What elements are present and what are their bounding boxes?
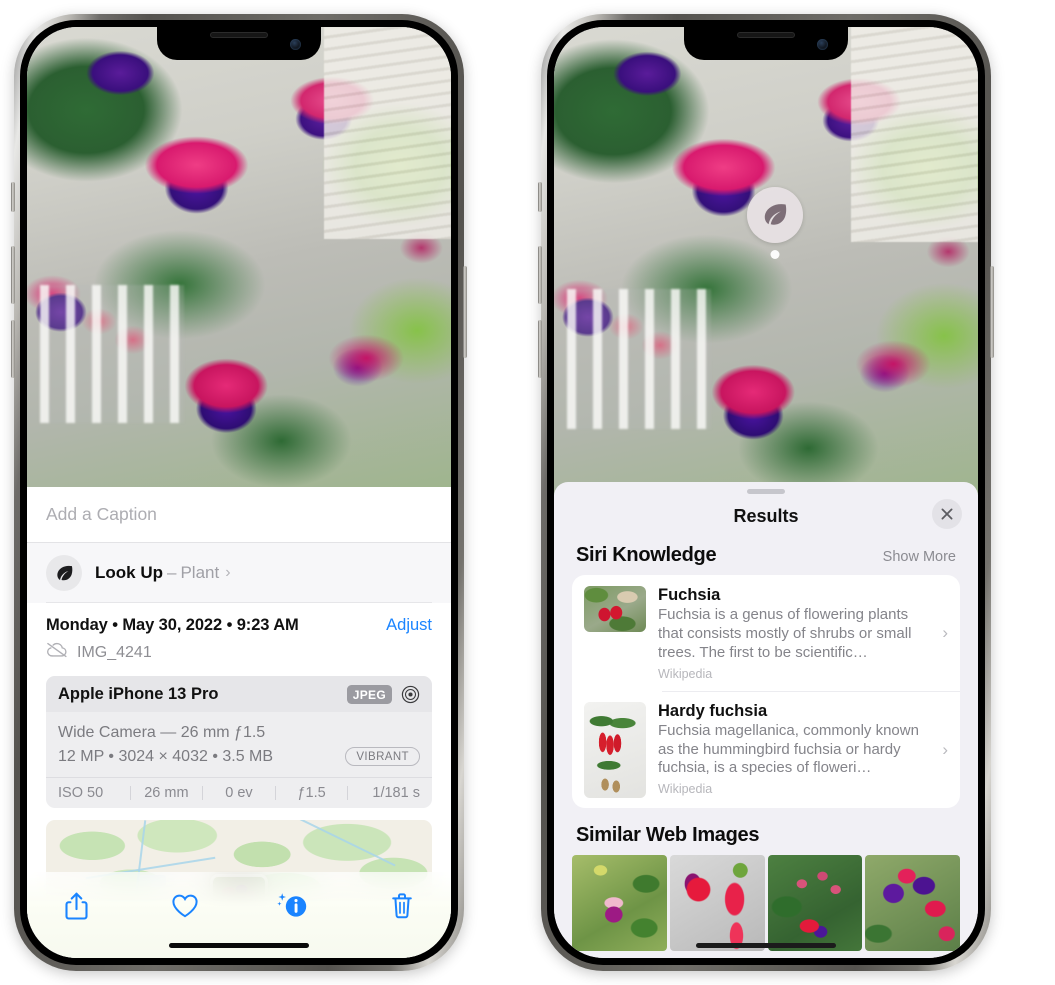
chevron-right-icon: ›: [942, 739, 948, 759]
look-up-dash: –: [167, 563, 177, 582]
results-title: Results: [733, 505, 799, 526]
earpiece-speaker-icon: [210, 32, 268, 38]
result-description: Fuchsia is a genus of flowering plants t…: [658, 606, 912, 661]
mute-switch[interactable]: [11, 182, 15, 212]
chevron-right-icon: ›: [942, 623, 948, 643]
look-up-kind: Plant: [180, 563, 220, 582]
notch-left: [157, 27, 321, 60]
share-button[interactable]: [53, 886, 99, 926]
iphone-right-device: Results Siri Knowledge Show More Fuchsia…: [538, 14, 994, 971]
results-header: Results: [554, 494, 978, 538]
photo-metadata-block: Monday • May 30, 2022 • 9:23 AM Adjust I…: [27, 603, 451, 663]
web-image-thumbnail[interactable]: [865, 854, 960, 951]
similar-web-images-title: Similar Web Images: [576, 823, 760, 846]
visual-lookup-results-panel: Results Siri Knowledge Show More Fuchsia…: [554, 482, 978, 958]
photo-info-sheet: Add a Caption ✦ ✦ Look Up – Plant: [27, 487, 451, 958]
siri-knowledge-card-list: Fuchsia Fuchsia is a genus of flowering …: [572, 575, 960, 808]
screenshot-stage: Add a Caption ✦ ✦ Look Up – Plant: [0, 0, 1055, 985]
iphone-left-device: Add a Caption ✦ ✦ Look Up – Plant: [11, 14, 467, 971]
photographic-style-badge: VIBRANT: [345, 747, 420, 767]
device-bezel-right: Results Siri Knowledge Show More Fuchsia…: [547, 20, 985, 965]
similar-web-images-row[interactable]: [554, 854, 978, 951]
result-title: Fuchsia: [658, 586, 721, 604]
exif-shutter: 1/181 s: [372, 785, 420, 802]
mute-switch[interactable]: [538, 182, 542, 212]
leaf-icon: [46, 555, 82, 591]
exif-iso: ISO 50: [58, 785, 104, 802]
volume-up-button[interactable]: [538, 246, 542, 304]
notch-right: [684, 27, 848, 60]
exif-ev: 0 ev: [225, 785, 253, 802]
photo-filename: IMG_4241: [77, 643, 152, 661]
close-icon[interactable]: [932, 499, 962, 529]
adjust-button[interactable]: Adjust: [386, 616, 432, 635]
show-more-button[interactable]: Show More: [883, 549, 956, 565]
exif-header: Apple iPhone 13 Pro JPEG: [46, 676, 432, 712]
volume-down-button[interactable]: [11, 320, 15, 378]
sparkle-icon: ✦: [27, 536, 30, 551]
web-image-thumbnail[interactable]: [767, 854, 863, 951]
photo-background-railing: [566, 289, 711, 430]
photo-background-porch: [323, 27, 451, 239]
info-button[interactable]: [270, 886, 316, 926]
device-bezel-left: Add a Caption ✦ ✦ Look Up – Plant: [20, 20, 458, 965]
screen-right: Results Siri Knowledge Show More Fuchsia…: [554, 27, 978, 958]
volume-up-button[interactable]: [11, 246, 15, 304]
front-camera-icon: [817, 39, 828, 50]
home-indicator[interactable]: [169, 943, 309, 948]
siri-knowledge-header: Siri Knowledge Show More: [554, 538, 978, 575]
aperture-icon: [401, 685, 420, 704]
result-title: Hardy fuchsia: [658, 701, 768, 720]
lookup-anchor-dot: [770, 250, 780, 259]
caption-input-row[interactable]: Add a Caption: [27, 487, 451, 543]
exif-body: Wide Camera — 26 mm ƒ1.5 12 MP • 3024 × …: [46, 712, 432, 777]
visual-lookup-leaf-badge[interactable]: [747, 187, 803, 259]
photo-date-text: Monday • May 30, 2022 • 9:23 AM: [46, 616, 299, 634]
photo-viewer-image[interactable]: [554, 27, 978, 495]
siri-knowledge-title: Siri Knowledge: [576, 544, 717, 566]
icloud-slash-icon: [46, 642, 68, 663]
photo-background-railing: [39, 284, 184, 423]
list-item[interactable]: Hardy fuchsia Fuchsia magellanica, commo…: [572, 690, 960, 808]
exif-aperture: ƒ1.5: [297, 785, 326, 802]
earpiece-speaker-icon: [737, 32, 795, 38]
photo-viewer-image[interactable]: [27, 27, 451, 487]
home-indicator[interactable]: [696, 943, 836, 948]
camera-exif-card[interactable]: Apple iPhone 13 Pro JPEG Wide Camera — 2…: [46, 676, 432, 809]
favorite-button[interactable]: [162, 886, 208, 926]
result-description: Fuchsia magellanica, commonly known as t…: [658, 721, 919, 777]
screen-left: Add a Caption ✦ ✦ Look Up – Plant: [27, 27, 451, 958]
result-thumbnail: [584, 701, 646, 798]
volume-down-button[interactable]: [538, 320, 542, 378]
front-camera-icon: [290, 39, 301, 50]
list-item[interactable]: Fuchsia Fuchsia is a genus of flowering …: [572, 575, 960, 691]
web-image-thumbnail[interactable]: [669, 854, 765, 951]
web-image-thumbnail[interactable]: [572, 854, 667, 951]
power-button[interactable]: [990, 266, 994, 358]
exif-focal: 26 mm: [144, 785, 189, 802]
delete-button[interactable]: [379, 886, 425, 926]
lens-info-text: Wide Camera — 26 mm ƒ1.5: [58, 724, 266, 741]
chevron-right-icon: ›: [225, 564, 231, 581]
map-road: [290, 820, 396, 867]
result-thumbnail: [584, 586, 646, 632]
camera-model-text: Apple iPhone 13 Pro: [58, 685, 219, 703]
look-up-label: Look Up: [95, 563, 163, 582]
format-badge: JPEG: [346, 685, 392, 704]
similar-web-images-header: Similar Web Images: [554, 808, 978, 853]
photo-background-porch: [850, 27, 978, 243]
result-source: Wikipedia: [658, 782, 713, 797]
power-button[interactable]: [463, 266, 467, 358]
result-source: Wikipedia: [658, 666, 713, 681]
look-up-row[interactable]: ✦ ✦ Look Up – Plant ›: [27, 536, 451, 603]
caption-placeholder: Add a Caption: [46, 504, 157, 524]
resolution-size-text: 12 MP • 3024 × 4032 • 3.5 MB: [58, 748, 274, 766]
exif-footer-stats: ISO 50 26 mm 0 ev ƒ1.5 1/181 s: [46, 777, 432, 808]
